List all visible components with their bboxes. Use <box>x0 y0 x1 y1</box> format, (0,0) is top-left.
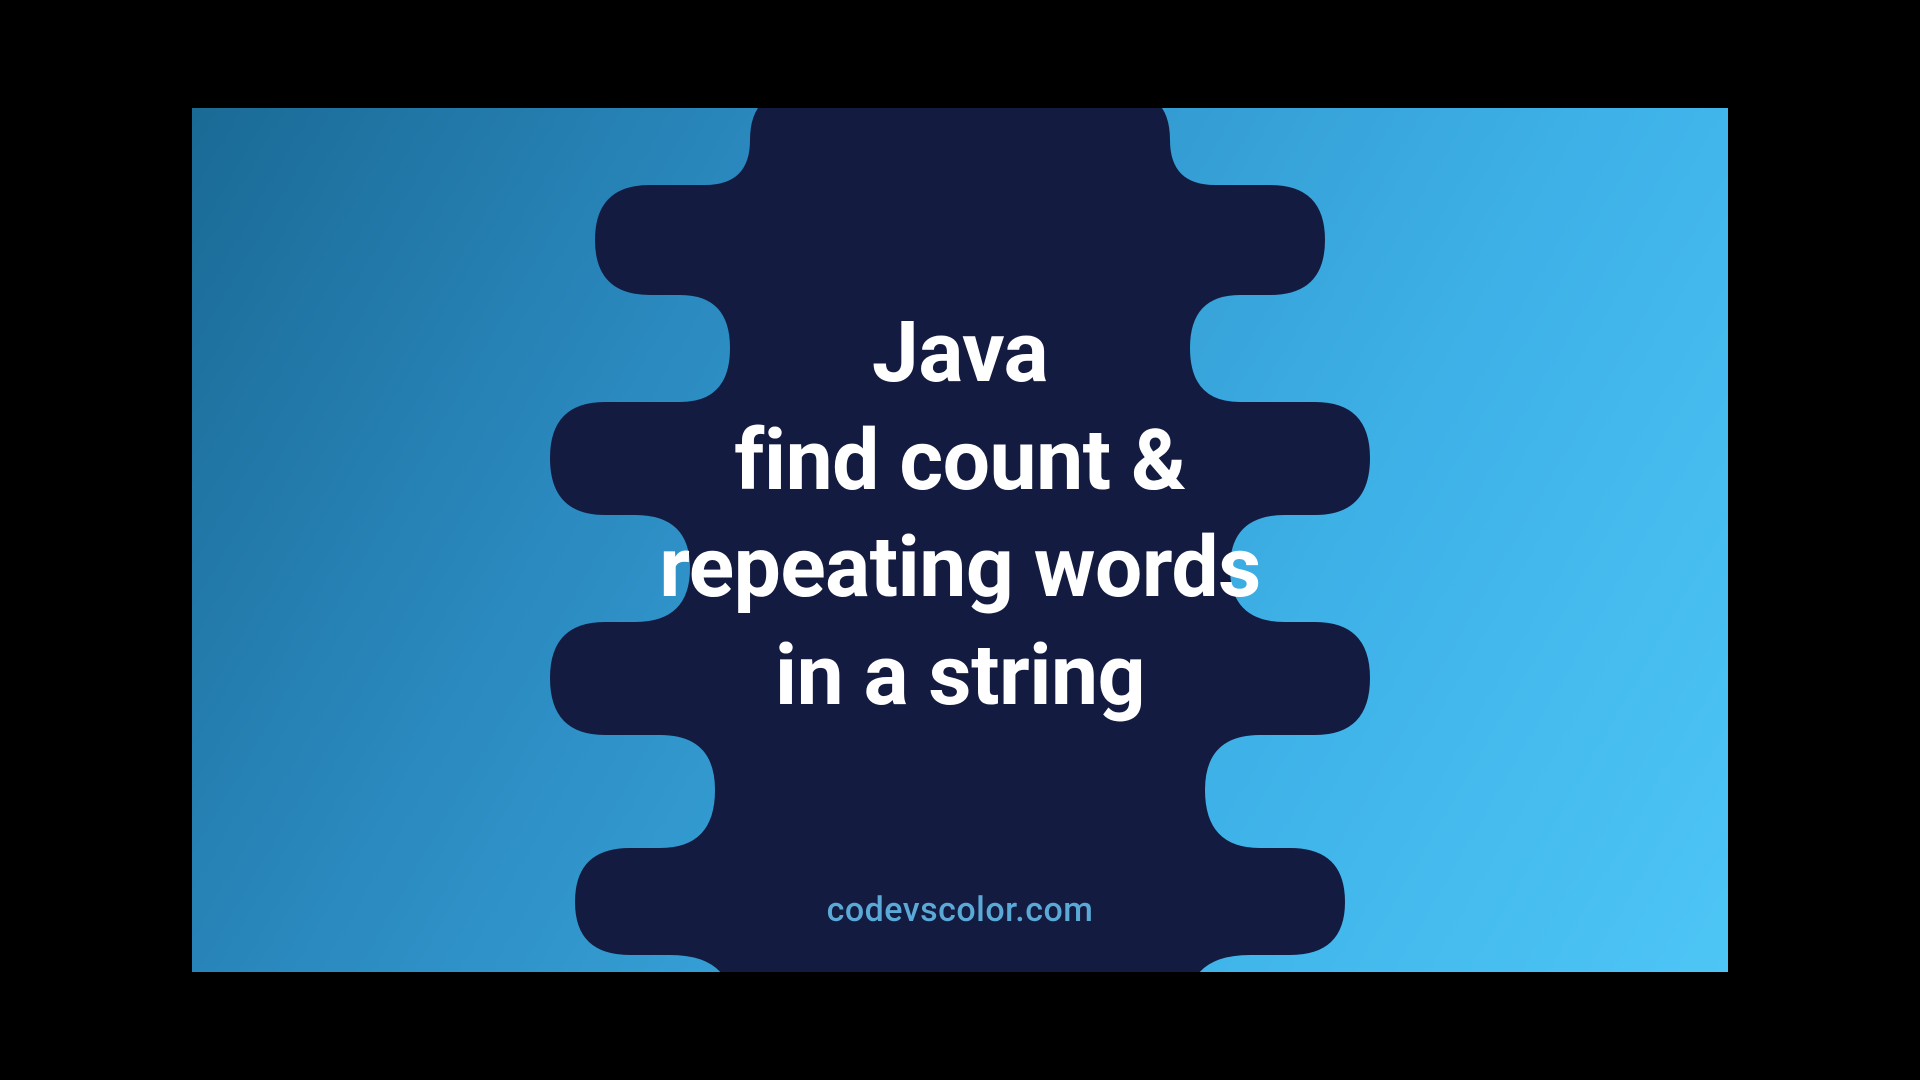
title-line-3: repeating words <box>192 514 1728 622</box>
title-text: Java find count & repeating words in a s… <box>192 299 1728 729</box>
title-line-2: find count & <box>192 407 1728 515</box>
watermark-text: codevscolor.com <box>827 890 1094 930</box>
title-line-4: in a string <box>192 622 1728 730</box>
title-line-1: Java <box>192 299 1728 407</box>
graphic-card: Java find count & repeating words in a s… <box>192 108 1728 972</box>
